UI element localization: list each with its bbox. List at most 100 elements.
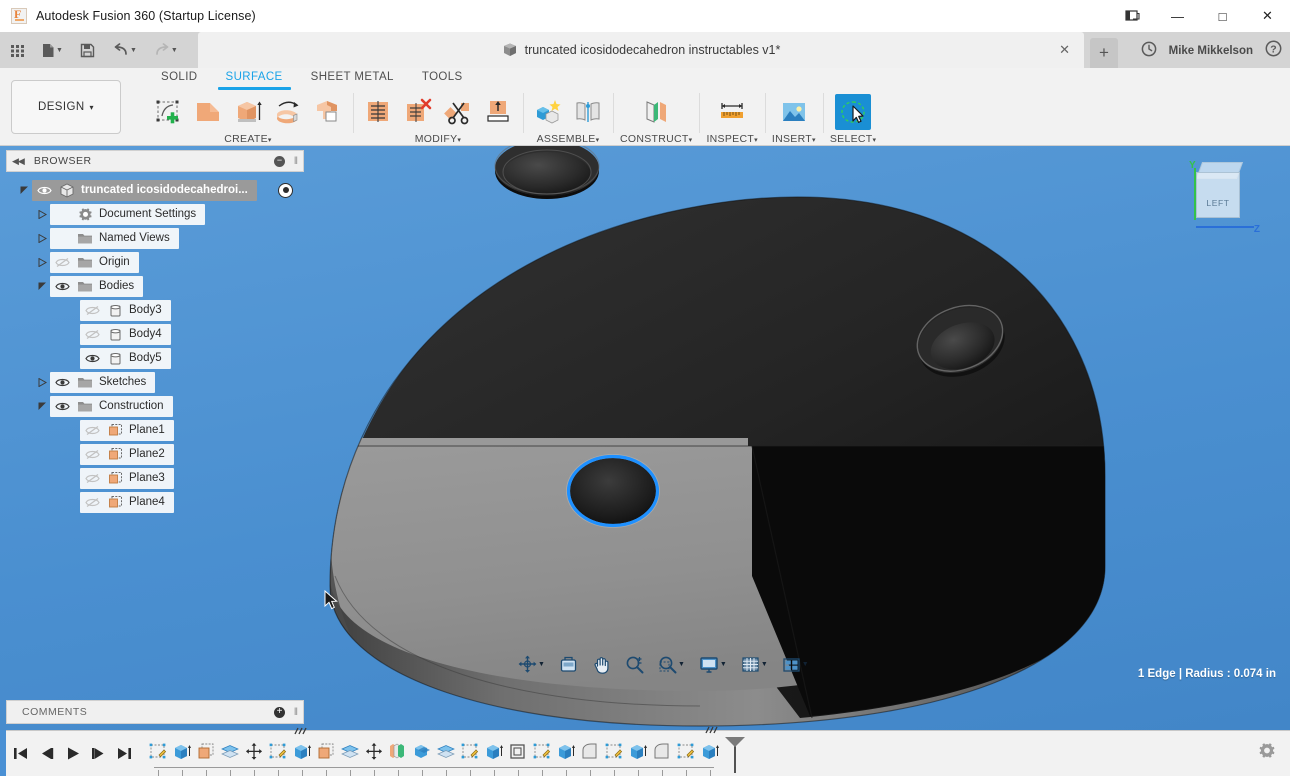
timeline-track[interactable] [146, 731, 746, 777]
tree-pill-origin[interactable]: Origin [50, 252, 139, 273]
timeline-feature-extrude[interactable] [290, 737, 314, 767]
visibility-hidden-icon[interactable] [84, 422, 101, 439]
zoom-button[interactable] [622, 651, 647, 677]
timeline-feature-extrude[interactable] [698, 737, 722, 767]
insert-image-icon[interactable] [776, 94, 812, 130]
view-cube-front-face[interactable]: LEFT [1196, 172, 1240, 218]
activate-component-radio[interactable] [278, 183, 293, 198]
tree-pill-body3[interactable]: Body3 [80, 300, 171, 321]
visibility-hidden-icon[interactable] [84, 302, 101, 319]
select-lasso-icon[interactable] [835, 94, 871, 130]
tree-item-construction[interactable]: Construction [6, 394, 304, 418]
expand-arrow-icon[interactable] [16, 178, 32, 202]
tree-item-body3[interactable]: Body3 [6, 298, 304, 322]
minimize-button[interactable]: — [1155, 0, 1200, 32]
tree-pill-document-settings[interactable]: Document Settings [50, 204, 205, 225]
panel-restore-icon[interactable] [1110, 0, 1155, 32]
visibility-eye-icon[interactable] [54, 278, 71, 295]
viewports-button[interactable]: ▼ [779, 651, 812, 677]
visibility-eye-icon[interactable] [54, 398, 71, 415]
tree-item-body5[interactable]: Body5 [6, 346, 304, 370]
tree-item-document-settings[interactable]: Document Settings [6, 202, 304, 226]
step-forward-button[interactable] [86, 741, 110, 767]
visibility-eye-icon[interactable] [54, 374, 71, 391]
view-cube[interactable]: LEFT Z Y [1180, 158, 1258, 236]
tree-pill-body5[interactable]: Body5 [80, 348, 171, 369]
tree-pill-plane2[interactable]: Plane2 [80, 444, 174, 465]
timeline-feature-plane[interactable] [314, 737, 338, 767]
visibility-hidden-icon[interactable] [84, 326, 101, 343]
tree-pill-named-views[interactable]: Named Views [50, 228, 179, 249]
tree-pill-sketches[interactable]: Sketches [50, 372, 155, 393]
tab-sheet-metal[interactable]: SHEET METAL [297, 68, 408, 90]
timeline-feature-offset[interactable] [338, 737, 362, 767]
step-back-button[interactable] [34, 741, 58, 767]
display-settings-button[interactable]: ▼ [696, 651, 730, 677]
timeline-playhead[interactable] [724, 735, 746, 773]
save-button[interactable] [77, 36, 99, 64]
tree-item-origin[interactable]: Origin [6, 250, 304, 274]
new-document-button[interactable]: ▼ [39, 36, 66, 64]
jump-to-end-button[interactable] [112, 741, 136, 767]
expand-arrow-icon[interactable] [34, 202, 50, 226]
visibility-hidden-icon[interactable] [84, 494, 101, 511]
zoom-window-button[interactable]: ▼ [655, 651, 688, 677]
trim-icon[interactable] [440, 94, 476, 130]
visibility-eye-icon[interactable] [84, 350, 101, 367]
timeline-feature-extrude[interactable] [170, 737, 194, 767]
patch-surface-icon[interactable] [190, 94, 226, 130]
visibility-hidden-icon[interactable] [84, 470, 101, 487]
app-grid-button[interactable] [6, 36, 28, 64]
timeline-feature-combine[interactable] [434, 737, 458, 767]
timeline-feature-offset[interactable] [218, 737, 242, 767]
new-component-icon[interactable] [530, 94, 566, 130]
grid-snaps-button[interactable]: ▼ [738, 651, 771, 677]
ribbon-group-label-insert[interactable]: INSERT▾ [772, 133, 816, 145]
tree-item-plane2[interactable]: Plane2 [6, 442, 304, 466]
timeline-feature-extrude[interactable] [482, 737, 506, 767]
close-tab-button[interactable]: ✕ [1059, 43, 1070, 56]
redo-button[interactable]: ▼ [151, 36, 181, 64]
ribbon-group-label-construct[interactable]: CONSTRUCT▾ [620, 133, 692, 145]
active-document-tab[interactable]: truncated icosidodecahedron instructable… [198, 32, 1084, 68]
browser-grip-icon[interactable]: ‖ [294, 156, 298, 167]
timeline-feature-sketch[interactable] [530, 737, 554, 767]
stitch-icon[interactable] [360, 94, 396, 130]
new-tab-button[interactable]: + [1090, 38, 1118, 68]
ribbon-group-label-assemble[interactable]: ASSEMBLE▾ [537, 133, 600, 145]
tab-solid[interactable]: SOLID [147, 68, 212, 90]
timeline-feature-shell[interactable] [506, 737, 530, 767]
browser-minimize-icon[interactable]: − [274, 156, 285, 167]
expand-arrow-icon[interactable] [34, 226, 50, 250]
extrude-icon[interactable] [230, 94, 266, 130]
user-name-label[interactable]: Mike Mikkelson [1169, 45, 1253, 57]
expand-arrow-icon[interactable] [34, 250, 50, 274]
orbit-button[interactable]: ▼ [515, 651, 548, 677]
timeline-feature-sketch[interactable] [602, 737, 626, 767]
ribbon-group-label-select[interactable]: SELECT▾ [830, 133, 876, 145]
timeline-feature-move[interactable] [242, 737, 266, 767]
visibility-hidden-icon[interactable] [84, 446, 101, 463]
collapse-browser-icon[interactable]: ◀◀ [12, 156, 24, 167]
tree-item-plane1[interactable]: Plane1 [6, 418, 304, 442]
tree-item-body4[interactable]: Body4 [6, 322, 304, 346]
tree-pill-root[interactable]: truncated icosidodecahedroi... [32, 180, 257, 201]
unstitch-icon[interactable] [400, 94, 436, 130]
ribbon-group-label-modify[interactable]: MODIFY▾ [415, 133, 461, 145]
tree-item-plane4[interactable]: Plane4 [6, 490, 304, 514]
create-sketch-icon[interactable] [150, 94, 186, 130]
offset-plane-icon[interactable] [638, 94, 674, 130]
tree-pill-plane4[interactable]: Plane4 [80, 492, 174, 513]
timeline-feature-sketch[interactable] [146, 737, 170, 767]
visibility-eye-icon[interactable] [36, 182, 53, 199]
timeline-feature-extrude[interactable] [626, 737, 650, 767]
tree-item-plane3[interactable]: Plane3 [6, 466, 304, 490]
comments-grip-icon[interactable]: ‖ [294, 707, 298, 718]
tree-pill-plane3[interactable]: Plane3 [80, 468, 174, 489]
undo-button[interactable]: ▼ [110, 36, 140, 64]
tree-item-root[interactable]: truncated icosidodecahedroi... [6, 178, 304, 202]
revolve-icon[interactable] [270, 94, 306, 130]
workspace-selector[interactable]: DESIGN ▾ [11, 80, 121, 134]
ribbon-group-label-inspect[interactable]: INSPECT▾ [706, 133, 757, 145]
timeline-feature-plane[interactable] [410, 737, 434, 767]
